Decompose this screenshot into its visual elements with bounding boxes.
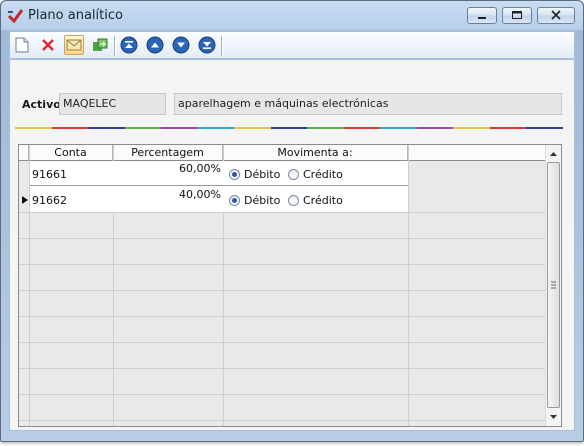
title-bar[interactable]: Plano analítico <box>1 1 583 31</box>
credito-radio[interactable] <box>288 195 299 206</box>
grid-line <box>19 342 546 343</box>
grid-line <box>19 420 546 421</box>
current-row-indicator-icon <box>22 196 28 204</box>
scroll-grip-icon <box>551 281 556 289</box>
vertical-scrollbar[interactable] <box>545 145 561 426</box>
divider-segment <box>307 127 344 129</box>
divider-segment <box>51 127 89 129</box>
minimize-button[interactable] <box>467 7 497 24</box>
maximize-icon <box>512 11 522 19</box>
first-record-icon <box>120 36 138 54</box>
column-header-movimenta[interactable]: Movimenta a: <box>223 145 408 161</box>
toolbar <box>9 31 575 59</box>
divider-segment <box>489 127 527 129</box>
next-record-button[interactable] <box>171 35 191 55</box>
divider-segment <box>270 127 308 129</box>
refresh-icon <box>93 38 108 51</box>
maximize-button[interactable] <box>502 7 532 24</box>
delete-button[interactable] <box>38 35 58 55</box>
conta-cell[interactable]: 91661 <box>32 168 67 181</box>
accounts-grid: Conta Percentagem Movimenta a: 91661 60,… <box>18 144 562 427</box>
last-record-button[interactable] <box>197 35 217 55</box>
grid-line <box>19 290 546 291</box>
debito-radio[interactable] <box>229 195 240 206</box>
refresh-button[interactable] <box>90 35 110 55</box>
previous-record-icon <box>146 36 164 54</box>
toolbar-separator <box>114 36 116 56</box>
row-selector-header <box>19 145 29 161</box>
grid-line <box>19 264 546 265</box>
first-record-button[interactable] <box>119 35 139 55</box>
percentagem-cell[interactable]: 60,00% <box>179 162 221 175</box>
decorative-color-divider <box>15 127 563 129</box>
window: Plano analítico Activo MAQELEC aparelhag… <box>0 0 584 442</box>
conta-cell[interactable]: 91662 <box>32 194 67 207</box>
grid-line <box>19 394 546 395</box>
divider-segment <box>197 127 235 129</box>
activo-description-field[interactable]: aparelhagem e máquinas electrónicas <box>174 93 562 115</box>
grid-line <box>408 145 409 426</box>
divider-segment <box>234 127 271 129</box>
divider-segment <box>161 127 198 129</box>
app-logo-icon <box>7 9 23 23</box>
mail-button[interactable] <box>64 35 84 55</box>
toolbar-separator <box>221 36 223 56</box>
scroll-down-arrow-icon[interactable] <box>546 410 561 424</box>
grid-line <box>19 368 546 369</box>
credito-radio[interactable] <box>288 169 299 180</box>
column-header-empty <box>408 145 546 161</box>
close-button[interactable] <box>537 7 575 24</box>
divider-segment <box>88 127 125 129</box>
debito-label[interactable]: Débito <box>244 168 280 181</box>
close-icon <box>551 10 561 20</box>
grid-line <box>19 238 546 239</box>
new-button[interactable] <box>12 35 32 55</box>
credito-label[interactable]: Crédito <box>303 194 343 207</box>
new-document-icon <box>15 37 29 53</box>
divider-segment <box>124 127 162 129</box>
next-record-icon <box>172 36 190 54</box>
scroll-thumb[interactable] <box>547 162 560 408</box>
last-record-icon <box>198 36 216 54</box>
window-title: Plano analítico <box>28 8 123 23</box>
activo-label: Activo <box>22 98 61 111</box>
form-area: Activo MAQELEC aparelhagem e máquinas el… <box>9 59 575 431</box>
debito-label[interactable]: Débito <box>244 194 280 207</box>
activo-code-field[interactable]: MAQELEC <box>59 93 166 115</box>
grid-line <box>19 316 546 317</box>
divider-segment <box>453 127 490 129</box>
percentagem-cell[interactable]: 40,00% <box>179 188 221 201</box>
credito-label[interactable]: Crédito <box>303 168 343 181</box>
divider-segment <box>526 127 563 129</box>
previous-record-button[interactable] <box>145 35 165 55</box>
debito-radio[interactable] <box>229 169 240 180</box>
divider-segment <box>343 127 381 129</box>
column-header-percentagem[interactable]: Percentagem <box>113 145 223 161</box>
column-header-conta[interactable]: Conta <box>29 145 113 161</box>
divider-segment <box>380 127 417 129</box>
minimize-icon <box>478 17 486 19</box>
scroll-up-arrow-icon[interactable] <box>546 147 561 161</box>
delete-icon <box>42 39 54 51</box>
divider-segment <box>15 127 52 129</box>
grid-line <box>19 212 546 213</box>
divider-segment <box>416 127 454 129</box>
envelope-icon <box>66 39 82 51</box>
